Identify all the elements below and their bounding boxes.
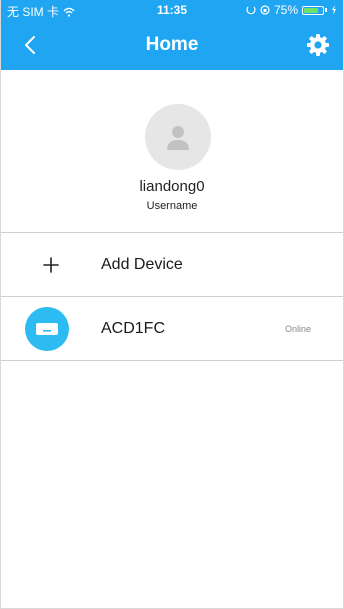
lock-rotation-icon — [260, 5, 270, 15]
device-row[interactable]: ACD1FC Online — [1, 297, 343, 361]
settings-button[interactable] — [303, 30, 333, 60]
battery-nub — [325, 8, 327, 12]
device-icon-badge — [25, 307, 69, 351]
profile-name: liandong0 — [139, 178, 205, 195]
nav-bar: Home — [1, 20, 343, 70]
gear-icon — [307, 34, 329, 56]
status-right: 75% — [246, 3, 337, 17]
profile-section: liandong0 Username — [1, 70, 343, 233]
battery-level — [304, 7, 318, 13]
battery-percent: 75% — [273, 3, 298, 17]
top-bar: 无 SIM 卡 11:35 75% Home — [1, 0, 343, 70]
profile-subtitle: Username — [146, 200, 198, 212]
home-screen: 无 SIM 卡 11:35 75% Home liandong0 Usernam… — [0, 0, 344, 609]
page-title: Home — [145, 34, 199, 55]
alarm-icon — [246, 6, 256, 15]
device-name: ACD1FC — [101, 320, 166, 337]
battery-icon — [302, 5, 324, 15]
status-bar: 无 SIM 卡 11:35 75% — [1, 0, 343, 20]
device-status: Online — [284, 324, 311, 334]
add-device-row[interactable]: Add Device — [1, 233, 343, 297]
air-conditioner-icon — [36, 323, 58, 335]
user-silhouette-icon — [167, 126, 189, 150]
add-device-label: Add Device — [101, 256, 183, 273]
charging-icon — [332, 5, 336, 15]
plus-icon — [43, 257, 59, 273]
avatar[interactable] — [145, 104, 211, 170]
